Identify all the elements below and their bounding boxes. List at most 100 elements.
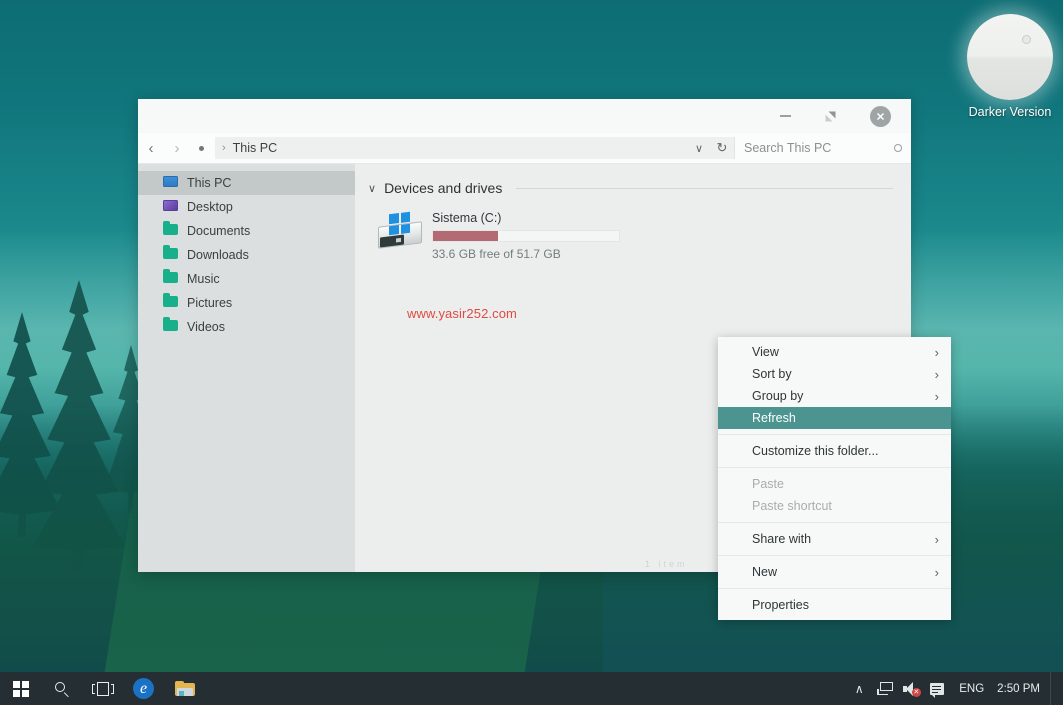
context-menu-item-group-by[interactable]: Group by › xyxy=(718,385,951,407)
context-menu-item-label: Customize this folder... xyxy=(752,444,878,458)
context-menu-separator xyxy=(718,522,951,523)
show-hidden-icons-button[interactable]: ∧ xyxy=(846,672,872,705)
notification-icon xyxy=(930,683,944,695)
header-divider xyxy=(516,188,893,189)
context-menu-item-paste: Paste xyxy=(718,473,951,495)
folder-icon xyxy=(175,681,195,696)
forward-button[interactable]: › xyxy=(164,133,190,164)
pc-icon xyxy=(163,176,179,190)
windows-logo-icon xyxy=(13,681,29,697)
sidebar-item-downloads[interactable]: Downloads xyxy=(138,243,355,267)
context-menu-separator xyxy=(718,555,951,556)
refresh-button[interactable]: ↻ xyxy=(710,137,734,159)
breadcrumb-current[interactable]: This PC xyxy=(233,141,277,155)
desktop-icon-label: Darker Version xyxy=(957,105,1063,119)
close-button[interactable] xyxy=(858,99,903,133)
sidebar-item-label: Desktop xyxy=(187,200,233,214)
address-bar[interactable]: ‹ › › This PC ∨ ↻ Search This PC xyxy=(138,133,911,164)
drive-name-label: Sistema (C:) xyxy=(432,211,620,225)
chevron-right-icon: › xyxy=(935,532,939,547)
folder-icon xyxy=(163,248,179,262)
sidebar-item-label: Videos xyxy=(187,320,225,334)
context-menu-item-label: Properties xyxy=(752,598,809,612)
sidebar-item-label: This PC xyxy=(187,176,231,190)
context-menu-item-label: New xyxy=(752,565,777,579)
context-menu-item-label: View xyxy=(752,345,779,359)
context-menu-item-label: Sort by xyxy=(752,367,792,381)
taskbar[interactable]: e ∧ ✕ xyxy=(0,672,1063,705)
drive-item[interactable]: Sistema (C:) 33.6 GB free of 51.7 GB xyxy=(368,210,893,261)
search-box[interactable]: Search This PC xyxy=(734,137,911,159)
volume-button[interactable]: ✕ xyxy=(898,672,924,705)
breadcrumb[interactable]: › This PC xyxy=(215,137,688,159)
search-icon xyxy=(894,144,902,152)
clock[interactable]: 2:50 PM xyxy=(993,683,1050,695)
context-menu-item-label: Paste shortcut xyxy=(752,499,832,513)
context-menu-item-view[interactable]: View › xyxy=(718,341,951,363)
folder-icon xyxy=(163,224,179,238)
context-menu-separator xyxy=(718,434,951,435)
system-tray[interactable]: ∧ ✕ ENG 2:50 PM xyxy=(846,672,1063,705)
sidebar-item-videos[interactable]: Videos xyxy=(138,315,355,339)
language-indicator[interactable]: ENG xyxy=(950,683,993,695)
task-view-button[interactable] xyxy=(82,672,123,705)
context-menu-item-label: Share with xyxy=(752,532,811,546)
search-input[interactable]: Search This PC xyxy=(744,141,894,155)
recent-locations-icon xyxy=(199,146,204,151)
search-button[interactable] xyxy=(41,672,82,705)
devices-and-drives-header[interactable]: ∨ Devices and drives xyxy=(368,180,893,196)
desktop-icon xyxy=(163,200,179,214)
show-desktop-button[interactable] xyxy=(1050,672,1057,705)
sidebar-item-desktop[interactable]: Desktop xyxy=(138,195,355,219)
navigation-pane[interactable]: This PC Desktop Documents Downloads Music Pic… xyxy=(138,164,355,572)
context-menu-item-new[interactable]: New › xyxy=(718,561,951,583)
context-menu-item-refresh[interactable]: Refresh xyxy=(718,407,951,429)
sidebar-item-this-pc[interactable]: This PC xyxy=(138,171,355,195)
moon-icon xyxy=(967,14,1053,100)
edge-button[interactable]: e xyxy=(123,672,164,705)
edge-icon: e xyxy=(133,678,154,699)
minimize-icon xyxy=(780,115,791,117)
context-menu-item-paste-shortcut: Paste shortcut xyxy=(718,495,951,517)
desktop[interactable]: Darker Version ‹ xyxy=(0,0,1063,705)
window-title-bar[interactable] xyxy=(138,99,911,133)
chevron-right-icon: › xyxy=(935,367,939,382)
sidebar-item-label: Music xyxy=(187,272,220,286)
folder-icon xyxy=(163,296,179,310)
chevron-down-icon[interactable]: ∨ xyxy=(368,182,376,195)
start-button[interactable] xyxy=(0,672,41,705)
desktop-icon-darker-version[interactable]: Darker Version xyxy=(957,14,1063,119)
chevron-right-icon: › xyxy=(935,565,939,580)
recent-locations-button[interactable] xyxy=(190,146,212,151)
drive-free-space-label: 33.6 GB free of 51.7 GB xyxy=(432,247,620,261)
maximize-button[interactable] xyxy=(808,99,853,133)
status-bar-text: 1 item xyxy=(645,559,688,569)
context-menu-item-customize-this-folder[interactable]: Customize this folder... xyxy=(718,440,951,462)
task-view-icon xyxy=(93,682,113,696)
sidebar-item-label: Documents xyxy=(187,224,250,238)
context-menu-item-label: Group by xyxy=(752,389,803,403)
back-button[interactable]: ‹ xyxy=(138,133,164,164)
chevron-up-icon: ∧ xyxy=(855,682,864,696)
drive-capacity-fill xyxy=(433,231,498,241)
context-menu[interactable]: View › Sort by › Group by › Refresh Customize t… xyxy=(718,337,951,620)
action-center-button[interactable] xyxy=(924,672,950,705)
chevron-right-icon: › xyxy=(935,389,939,404)
context-menu-item-share-with[interactable]: Share with › xyxy=(718,528,951,550)
file-explorer-button[interactable] xyxy=(164,672,205,705)
folder-icon xyxy=(163,272,179,286)
chevron-right-icon: › xyxy=(935,345,939,360)
address-dropdown-button[interactable]: ∨ xyxy=(688,137,710,159)
context-menu-separator xyxy=(718,467,951,468)
sidebar-item-pictures[interactable]: Pictures xyxy=(138,291,355,315)
watermark-text: www.yasir252.com xyxy=(407,306,517,321)
network-button[interactable] xyxy=(872,672,898,705)
sidebar-item-documents[interactable]: Documents xyxy=(138,219,355,243)
context-menu-item-sort-by[interactable]: Sort by › xyxy=(718,363,951,385)
minimize-button[interactable] xyxy=(763,99,808,133)
context-menu-item-properties[interactable]: Properties xyxy=(718,594,951,616)
sidebar-item-music[interactable]: Music xyxy=(138,267,355,291)
mute-badge: ✕ xyxy=(912,688,921,697)
group-header-label: Devices and drives xyxy=(384,180,502,196)
network-icon xyxy=(877,682,893,695)
